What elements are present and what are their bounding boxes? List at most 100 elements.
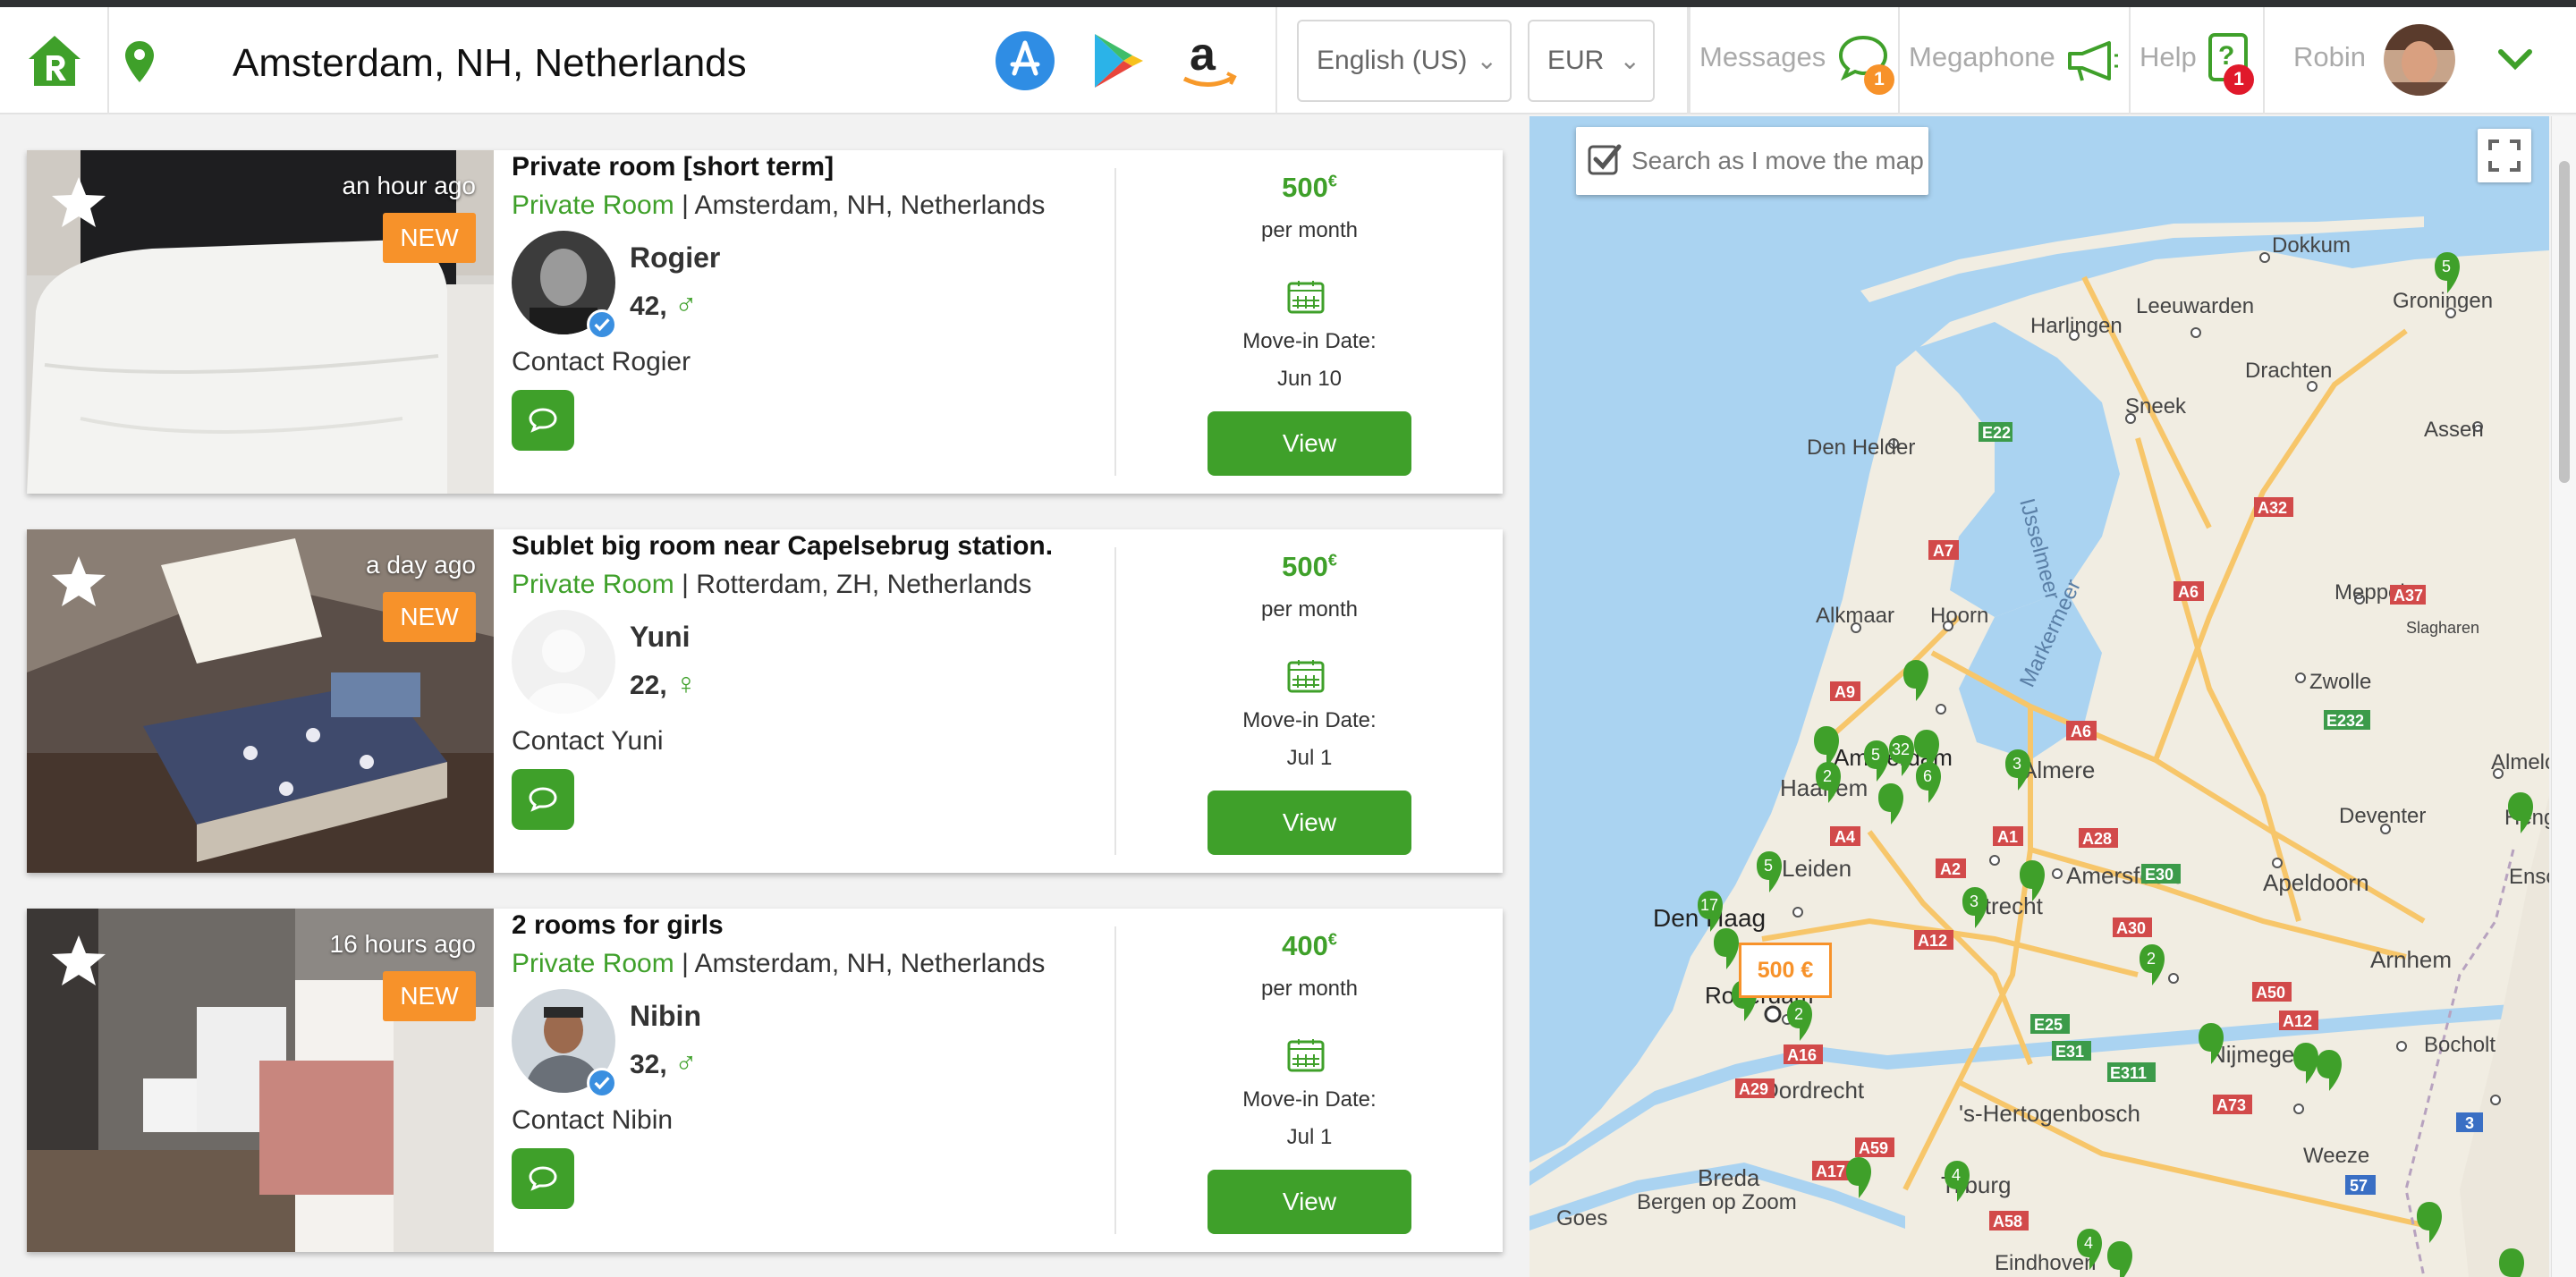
card-divider <box>1114 926 1116 1234</box>
user-menu[interactable]: Robin <box>2265 7 2576 114</box>
road-shield: A9 <box>1835 683 1855 701</box>
search-as-i-move-toggle[interactable]: Search as I move the map <box>1576 127 1928 195</box>
top-navigation-bar: Amsterdam, NH, Netherlands a English (US… <box>0 7 2576 114</box>
verified-check-icon <box>587 1068 617 1098</box>
room-type: Private Room <box>512 190 674 220</box>
calendar-icon <box>1287 1039 1325 1072</box>
road-shield: A30 <box>2116 919 2146 937</box>
favorite-star-icon[interactable] <box>50 553 107 610</box>
currency-symbol: € <box>1327 930 1337 949</box>
marker-count: 4 <box>2084 1234 2093 1252</box>
google-play-icon[interactable] <box>1088 30 1148 91</box>
user-name: Robin <box>2293 41 2366 72</box>
marker-count: 5 <box>2442 258 2451 275</box>
listings-panel: an hour ago NEW Private room [short term… <box>0 116 1530 1277</box>
view-button[interactable]: View <box>1208 791 1411 855</box>
megaphone-link[interactable]: Megaphone <box>1900 7 2131 114</box>
price-value: 500 <box>1282 172 1328 203</box>
marker-count: 17 <box>1700 896 1718 914</box>
move-in-date: Jul 1 <box>1286 746 1333 770</box>
road-shield: A6 <box>2071 723 2091 740</box>
host-name: Yuni <box>630 621 691 653</box>
map-label: Zwolle <box>2309 670 2371 694</box>
listing-title[interactable]: 2 rooms for girls <box>512 909 724 943</box>
currency-symbol: € <box>1327 551 1337 570</box>
listing-title[interactable]: Private room [short term] <box>512 150 834 184</box>
map-label: Bocholt <box>2424 1033 2496 1057</box>
host-age-value: 32, <box>630 1050 667 1079</box>
favorite-star-icon[interactable] <box>50 932 107 989</box>
map-label: Goes <box>1556 1206 1607 1230</box>
card-divider <box>1114 547 1116 855</box>
search-as-i-move-label: Search as I move the map <box>1631 147 1924 174</box>
new-badge: NEW <box>383 971 476 1021</box>
user-avatar[interactable] <box>2383 23 2456 97</box>
map-label: Almere <box>2021 757 2095 783</box>
map-label: Arnhem <box>2370 946 2452 973</box>
map-canvas[interactable]: Dokkum Groningen Leeuwarden Harlingen Dr… <box>1530 116 2549 1277</box>
road-shield: E311 <box>2110 1064 2147 1082</box>
fullscreen-button[interactable] <box>2478 129 2531 182</box>
marker-count: 3 <box>1970 892 1979 910</box>
app-store-icon[interactable] <box>995 30 1055 91</box>
road-shield: 3 <box>2465 1114 2474 1132</box>
price: 400€ <box>1116 930 1503 962</box>
road-shield: A17 <box>1816 1163 1845 1180</box>
listing-location: Amsterdam, NH, Netherlands <box>694 949 1046 978</box>
favorite-star-icon[interactable] <box>50 173 107 231</box>
host-name: Rogier <box>630 241 721 274</box>
road-shield: A2 <box>1940 860 1961 878</box>
map-label: Almelo <box>2491 750 2549 774</box>
chevron-down-icon[interactable] <box>2497 48 2533 72</box>
road-shield: A59 <box>1859 1139 1888 1157</box>
marker-count: 3 <box>2012 755 2021 773</box>
logo-cell[interactable] <box>0 7 109 114</box>
host-age: 32, ♂ <box>630 1046 698 1081</box>
move-in-label: Move-in Date: <box>1242 1087 1377 1112</box>
map-label: Breda <box>1698 1164 1760 1191</box>
price-period: per month <box>1260 218 1359 242</box>
location-input[interactable]: Amsterdam, NH, Netherlands <box>233 41 747 86</box>
location-search[interactable]: Amsterdam, NH, Netherlands a <box>109 7 1277 114</box>
view-button[interactable]: View <box>1208 1170 1411 1234</box>
scrollbar-thumb[interactable] <box>2559 161 2570 483</box>
view-button[interactable]: View <box>1208 411 1411 476</box>
map-panel[interactable]: Dokkum Groningen Leeuwarden Harlingen Dr… <box>1530 116 2549 1277</box>
map-marker[interactable] <box>2499 1248 2524 1277</box>
calendar-icon <box>1287 660 1325 693</box>
listing-card[interactable]: a day ago NEW Sublet big room near Capel… <box>27 529 1503 873</box>
room-type: Private Room <box>512 570 674 599</box>
listing-photo[interactable]: a day ago NEW <box>27 529 494 873</box>
messages-count-badge: 1 <box>1864 64 1894 95</box>
card-divider <box>1114 168 1116 476</box>
map-label: Leiden <box>1782 855 1852 882</box>
currency-symbol: € <box>1327 172 1337 190</box>
listing-location: Amsterdam, NH, Netherlands <box>694 190 1046 220</box>
checkbox-checked-icon[interactable] <box>1587 141 1623 177</box>
roomster-logo-icon[interactable] <box>27 34 82 88</box>
listing-photo[interactable]: 16 hours ago NEW <box>27 909 494 1252</box>
road-shield: A32 <box>2258 499 2287 517</box>
chat-button[interactable] <box>512 1148 574 1209</box>
listing-card[interactable]: an hour ago NEW Private room [short term… <box>27 150 1503 494</box>
map-price-tag[interactable]: 500 € <box>1739 943 1832 998</box>
listing-title[interactable]: Sublet big room near Capelsebrug station… <box>512 529 1053 563</box>
megaphone-icon <box>2068 41 2118 81</box>
help-link[interactable]: Help ? 1 <box>2131 7 2265 114</box>
host-age: 42, ♂ <box>630 288 698 323</box>
chat-button[interactable] <box>512 390 574 451</box>
map-label: Hoorn <box>1930 604 1988 628</box>
map-label: Sneek <box>2125 394 2187 419</box>
listing-card[interactable]: 16 hours ago NEW 2 rooms for girls Priva… <box>27 909 1503 1252</box>
listing-photo[interactable]: an hour ago NEW <box>27 150 494 494</box>
amazon-icon[interactable]: a <box>1179 30 1240 91</box>
map-label: Apeldoorn <box>2263 869 2369 896</box>
chat-button[interactable] <box>512 769 574 830</box>
megaphone-label: Megaphone <box>1909 41 2055 72</box>
price-value: 400 <box>1282 930 1328 961</box>
road-shield: 57 <box>2350 1177 2368 1195</box>
messages-link[interactable]: Messages 1 <box>1689 7 1900 114</box>
host-avatar-placeholder[interactable] <box>512 610 615 714</box>
marker-count: 2 <box>2147 950 2156 968</box>
page-scrollbar[interactable] <box>2551 116 2576 1277</box>
